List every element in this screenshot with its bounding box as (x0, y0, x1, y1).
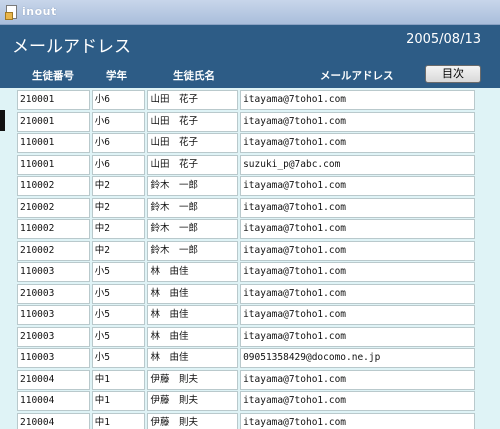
student-id-field[interactable]: 210003 (17, 326, 90, 347)
record-row: 210001 小6 山田 花子 itayama@7toho1.com (17, 90, 475, 112)
records-area: 210001 小6 山田 花子 itayama@7toho1.com 210001 小6 山… (0, 88, 500, 429)
record-row: 110001 小6 山田 花子 suzuki_p@7abc.com (17, 154, 475, 177)
student-name-field[interactable]: 山田 花子 (147, 133, 239, 153)
student-name-field[interactable]: 鈴木 一郎 (147, 240, 239, 261)
student-name-field[interactable]: 伊藤 則夫 (147, 391, 239, 411)
student-name-field[interactable]: 山田 花子 (147, 111, 239, 132)
record-row: 110001 小6 山田 花子 itayama@7toho1.com (17, 133, 475, 155)
current-record-indicator (0, 110, 5, 131)
student-id-field[interactable]: 210002 (17, 240, 90, 261)
email-field[interactable]: itayama@7toho1.com (240, 283, 475, 304)
student-id-field[interactable]: 110003 (17, 348, 90, 368)
column-header-email: メールアドレス (320, 70, 394, 82)
grade-field[interactable]: 中1 (91, 369, 146, 390)
record-row: 210002 中2 鈴木 一郎 itayama@7toho1.com (17, 197, 475, 220)
student-name-field[interactable]: 鈴木 一郎 (147, 197, 239, 218)
document-icon (5, 5, 17, 20)
grade-field[interactable]: 中2 (91, 240, 146, 261)
student-name-field[interactable]: 林 由佳 (147, 348, 239, 368)
email-field[interactable]: itayama@7toho1.com (240, 391, 475, 411)
email-field[interactable]: itayama@7toho1.com (240, 219, 475, 239)
student-id-field[interactable]: 110003 (17, 262, 90, 282)
student-id-field[interactable]: 210001 (17, 90, 90, 110)
student-name-field[interactable]: 鈴木 一郎 (147, 176, 239, 196)
table-of-contents-button[interactable]: 目次 (425, 65, 481, 83)
grade-field[interactable]: 中1 (91, 391, 146, 411)
record-row: 110003 小5 林 由佳 itayama@7toho1.com (17, 262, 475, 284)
column-header-student-name: 生徒氏名 (173, 70, 215, 82)
email-field[interactable]: itayama@7toho1.com (240, 326, 475, 347)
record-row: 210003 小5 林 由佳 itayama@7toho1.com (17, 283, 475, 306)
email-field[interactable]: itayama@7toho1.com (240, 90, 475, 110)
student-name-field[interactable]: 鈴木 一郎 (147, 219, 239, 239)
student-name-field[interactable]: 林 由佳 (147, 262, 239, 282)
email-field[interactable]: itayama@7toho1.com (240, 176, 475, 196)
email-field[interactable]: suzuki_p@7abc.com (240, 154, 475, 175)
student-id-field[interactable]: 110003 (17, 305, 90, 325)
student-id-field[interactable]: 210001 (17, 111, 90, 132)
page-title: メールアドレス (12, 37, 131, 57)
window-title: inout (22, 5, 57, 18)
record-row: 210004 中1 伊藤 則夫 itayama@7toho1.com (17, 412, 475, 429)
column-header-student-id: 生徒番号 (32, 70, 74, 82)
grade-field[interactable]: 小6 (91, 154, 146, 175)
student-id-field[interactable]: 110001 (17, 133, 90, 153)
column-header-grade: 学年 (106, 70, 127, 82)
grade-field[interactable]: 小5 (91, 348, 146, 368)
email-field[interactable]: itayama@7toho1.com (240, 305, 475, 325)
email-field[interactable]: itayama@7toho1.com (240, 111, 475, 132)
student-id-field[interactable]: 210004 (17, 369, 90, 390)
email-field[interactable]: itayama@7toho1.com (240, 240, 475, 261)
record-row: 210004 中1 伊藤 則夫 itayama@7toho1.com (17, 369, 475, 392)
record-row: 110003 小5 林 由佳 itayama@7toho1.com (17, 305, 475, 327)
grade-field[interactable]: 中2 (91, 176, 146, 196)
report-date: 2005/08/13 (406, 32, 481, 47)
grade-field[interactable]: 中2 (91, 219, 146, 239)
records-list: 210001 小6 山田 花子 itayama@7toho1.com 210001 小6 山… (17, 90, 475, 429)
student-id-field[interactable]: 110002 (17, 176, 90, 196)
grade-field[interactable]: 小6 (91, 133, 146, 153)
email-field[interactable]: 09051358429@docomo.ne.jp (240, 348, 475, 368)
record-row: 210002 中2 鈴木 一郎 itayama@7toho1.com (17, 240, 475, 263)
student-id-field[interactable]: 110002 (17, 219, 90, 239)
student-id-field[interactable]: 110001 (17, 154, 90, 175)
email-field[interactable]: itayama@7toho1.com (240, 262, 475, 282)
form-header: メールアドレス 2005/08/13 生徒番号 学年 生徒氏名 メールアドレス … (0, 25, 500, 88)
record-row: 210001 小6 山田 花子 itayama@7toho1.com (17, 111, 475, 134)
record-row: 110003 小5 林 由佳 09051358429@docomo.ne.jp (17, 348, 475, 370)
email-field[interactable]: itayama@7toho1.com (240, 412, 475, 429)
student-id-field[interactable]: 210002 (17, 197, 90, 218)
record-row: 110002 中2 鈴木 一郎 itayama@7toho1.com (17, 176, 475, 198)
student-name-field[interactable]: 林 由佳 (147, 283, 239, 304)
student-name-field[interactable]: 伊藤 則夫 (147, 369, 239, 390)
student-name-field[interactable]: 山田 花子 (147, 154, 239, 175)
email-field[interactable]: itayama@7toho1.com (240, 133, 475, 153)
email-field[interactable]: itayama@7toho1.com (240, 369, 475, 390)
grade-field[interactable]: 中2 (91, 197, 146, 218)
window-title-bar: inout (0, 0, 500, 25)
student-name-field[interactable]: 山田 花子 (147, 90, 239, 110)
grade-field[interactable]: 小5 (91, 262, 146, 282)
student-id-field[interactable]: 210003 (17, 283, 90, 304)
grade-field[interactable]: 中1 (91, 412, 146, 429)
grade-field[interactable]: 小6 (91, 111, 146, 132)
email-field[interactable]: itayama@7toho1.com (240, 197, 475, 218)
student-id-field[interactable]: 110004 (17, 391, 90, 411)
student-name-field[interactable]: 林 由佳 (147, 326, 239, 347)
record-row: 110004 中1 伊藤 則夫 itayama@7toho1.com (17, 391, 475, 413)
student-id-field[interactable]: 210004 (17, 412, 90, 429)
student-name-field[interactable]: 林 由佳 (147, 305, 239, 325)
grade-field[interactable]: 小6 (91, 90, 146, 110)
grade-field[interactable]: 小5 (91, 305, 146, 325)
record-row: 210003 小5 林 由佳 itayama@7toho1.com (17, 326, 475, 349)
student-name-field[interactable]: 伊藤 則夫 (147, 412, 239, 429)
grade-field[interactable]: 小5 (91, 283, 146, 304)
grade-field[interactable]: 小5 (91, 326, 146, 347)
record-row: 110002 中2 鈴木 一郎 itayama@7toho1.com (17, 219, 475, 241)
